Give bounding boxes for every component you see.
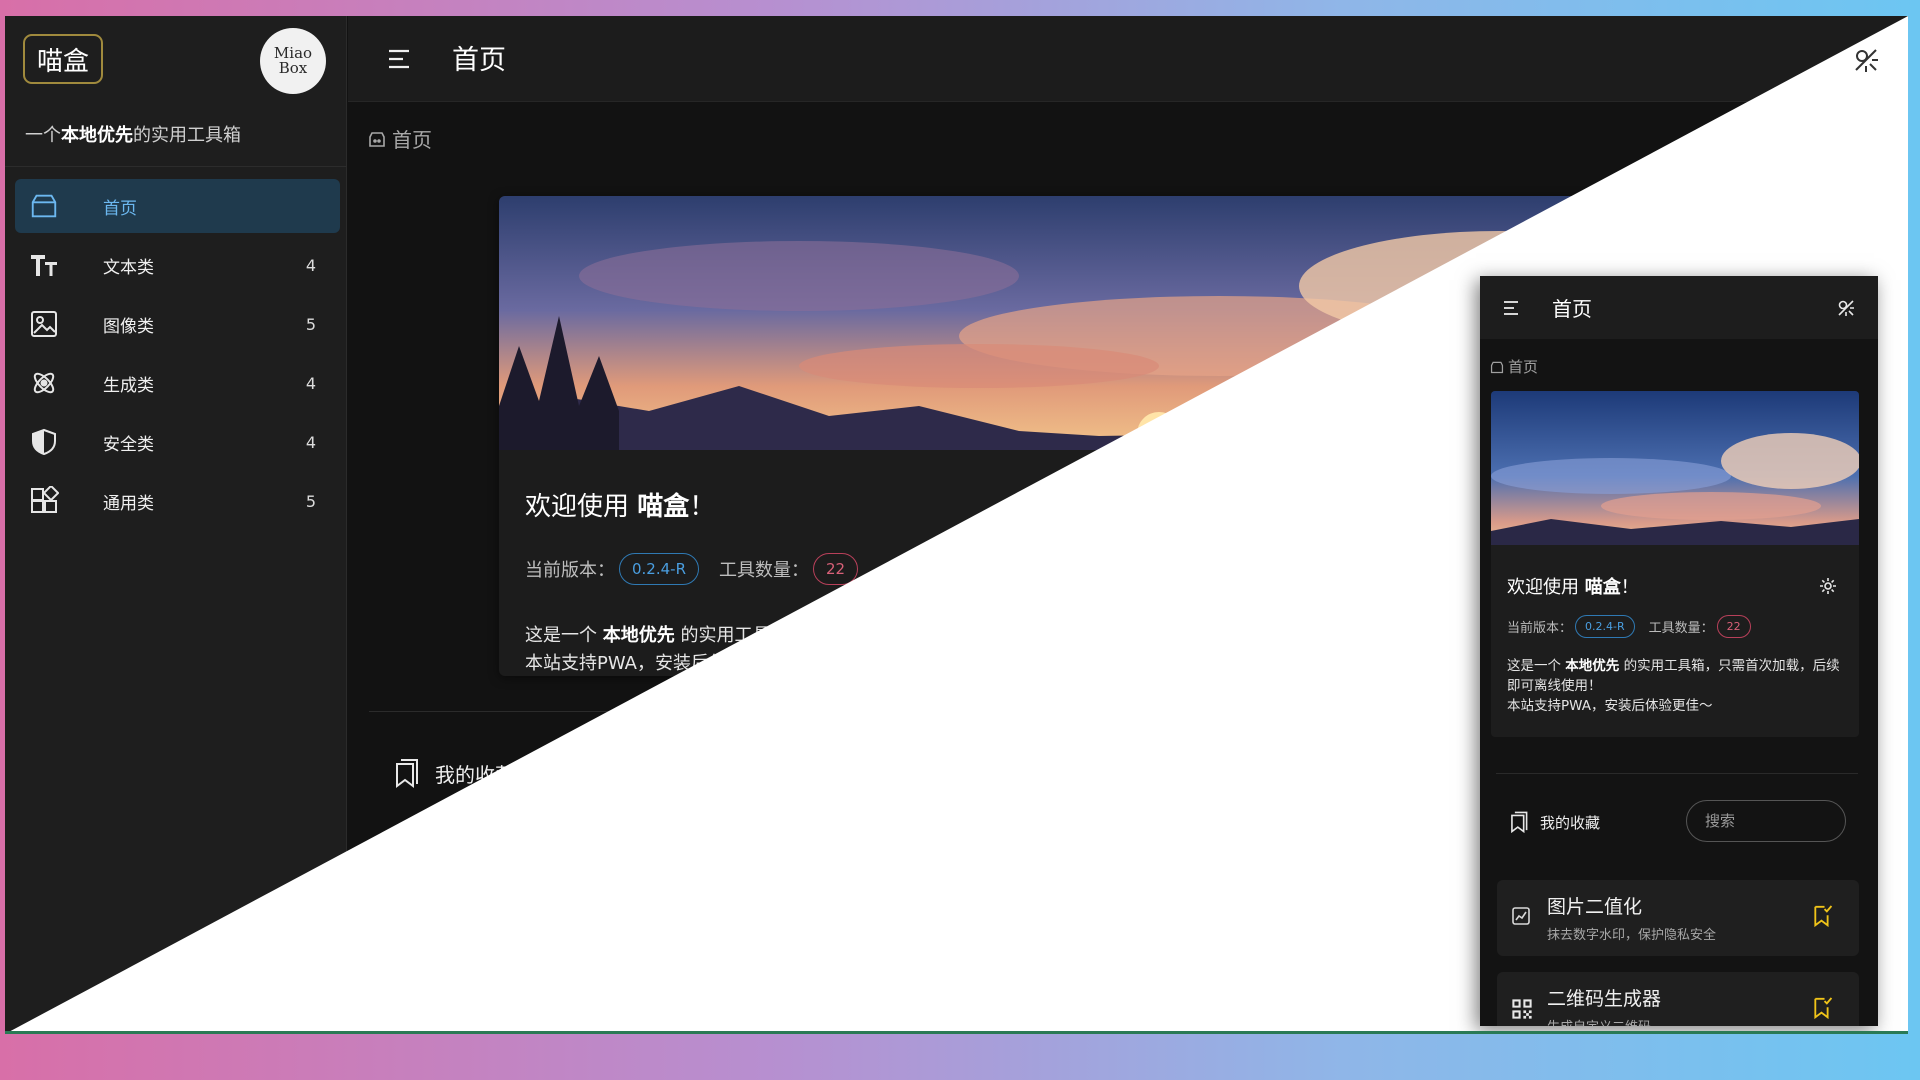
app-window: 喵盒 Miao Box 一个本地优先的实用工具箱 首页 文本类 4 图像类 5 … [5,16,1908,1034]
sidebar-item-label: 通用类 [103,493,154,514]
sidebar-item-count: 5 [305,314,316,334]
breadcrumb-home[interactable]: 首页 [1508,356,1538,377]
sidebar-item-label: 生成类 [103,375,154,396]
sidebar-item-security[interactable]: 安全类 4 [15,415,340,469]
home-crumb-icon [1490,361,1504,373]
sidebar-item-label: 安全类 [103,434,154,455]
sidebar-item-label: 文本类 [103,257,154,278]
sidebar-item-general[interactable]: 通用类 5 [15,474,340,528]
atom-icon [29,368,59,398]
tool-description: 抹去数字水印，保护隐私安全 [1547,928,1717,943]
theme-toggle-icon[interactable] [1852,46,1880,74]
version-label: 当前版本： [1507,621,1573,636]
brand-logo-text[interactable]: 喵盒 [23,34,103,84]
welcome-heading: 欢迎使用 喵盒！ [525,492,716,522]
tool-name: 二维码生成器 [1547,988,1662,1010]
mobile-version-row: 当前版本： 0.2.4-R 工具数量： 22 [1507,615,1765,638]
miaobox-logo[interactable]: Miao Box [260,28,326,94]
sidebar-item-label: 首页 [103,198,137,219]
breadcrumb: 首页 [368,124,432,153]
sidebar-item-image[interactable]: 图像类 5 [15,297,340,351]
bookmarks-icon [1511,811,1528,833]
tools-count-label: 工具数量： [719,560,810,581]
menu-icon[interactable] [1502,299,1520,317]
plug-icon [412,1000,446,1031]
tool-name: 电子木鱼 [1201,866,1306,896]
sidebar: 喵盒 Miao Box 一个本地优先的实用工具箱 首页 文本类 4 图像类 5 … [5,16,347,1031]
bookmark-icon[interactable] [1813,904,1833,928]
tool-card-qr-generator[interactable]: 二维码生成器 生成自定义二维码 [392,842,1116,946]
apps-icon [29,486,59,516]
sidebar-item-count: 4 [305,373,316,393]
mobile-top-bar: 首页 [1480,276,1878,339]
mobile-site-description: 这是一个 本地优先 的实用工具箱，只需首次加载，后续即可离线使用！ 本站支持PW… [1507,658,1840,714]
sidebar-item-generate[interactable]: 生成类 4 [15,356,340,410]
tool-description: 转换图片编码格式 [1201,1026,1345,1031]
mobile-preview: 首页 首页 欢迎使用 喵盒！ 当前版本： 0.2.4-R 工具数量： 22 这是… [1480,276,1878,1026]
breadcrumb-home[interactable]: 首页 [392,124,432,153]
home-box-icon [29,191,59,221]
logo-line-2: Box [278,59,308,77]
tools-count-badge: 22 [813,553,859,585]
version-label: 当前版本： [525,560,615,581]
version-badge: 0.2.4-R [619,553,700,585]
settings-icon[interactable] [1819,577,1837,595]
mobile-breadcrumb: 首页 [1490,356,1538,377]
tool-name: 图片编码转换 [1201,990,1358,1020]
sidebar-nav: 首页 文本类 4 图像类 5 生成类 4 安全类 4 通用类 5 [15,179,340,533]
bookmark-icon[interactable] [1054,878,1082,908]
mobile-welcome-heading: 欢迎使用 喵盒！ [1507,577,1639,598]
tool-description: 敲电子木鱼，积赛博功德 [1201,906,1399,927]
mobile-tool-card-qr-generator[interactable]: 二维码生成器 生成自定义二维码 [1497,972,1859,1026]
tool-name: 图片二值化 [1547,896,1643,918]
page-title: 首页 [452,45,506,76]
text-size-icon [29,250,59,280]
home-crumb-icon [369,131,385,147]
top-bar: 首页 [348,16,1908,102]
sidebar-item-count: 5 [305,491,316,511]
sidebar-item-count: 4 [305,255,316,275]
wooden-fish-icon [1157,876,1191,910]
shield-icon [29,427,59,457]
image-convert-icon [1157,1000,1191,1031]
tools-count-label: 工具数量： [1648,621,1714,636]
version-row: 当前版本： 0.2.4-R 工具数量： 22 [525,553,878,585]
starry-banner-image [1491,391,1859,545]
tool-name: WebSocket工具 [456,990,652,1020]
bookmarks-icon [396,759,418,788]
mobile-tool-card-binarize[interactable]: 图片二值化 抹去数字水印，保护隐私安全 [1497,880,1859,956]
menu-icon[interactable] [386,46,412,72]
tool-card-websocket[interactable]: WebSocket工具 测试WebSocket以及简易收发消息 [392,966,1116,1031]
image-icon [29,309,59,339]
theme-toggle-icon[interactable] [1836,298,1856,318]
mobile-welcome-card: 欢迎使用 喵盒！ 当前版本： 0.2.4-R 工具数量： 22 这是一个 本地优… [1491,391,1859,737]
qr-code-icon [1511,998,1533,1020]
site-description: 这是一个 本地优先 的实用工具箱，只需首次加载，后续即可离线使用！ 本站支持PW… [525,625,1095,674]
sidebar-item-count: 4 [305,432,316,452]
sidebar-item-home[interactable]: 首页 [15,179,340,233]
tool-description: 生成自定义二维码 [456,906,600,927]
site-url-link[interactable]: miaobox.cc [5,996,347,1017]
tagline: 一个本地优先的实用工具箱 [25,125,241,146]
sidebar-item-label: 图像类 [103,316,154,337]
sidebar-item-text[interactable]: 文本类 4 [15,238,340,292]
sidebar-divider [5,166,347,167]
tool-description: 生成自定义二维码 [1547,1016,1651,1026]
mobile-divider [1496,773,1858,774]
mobile-favorites-heading: 我的收藏 [1510,811,1600,833]
chart-box-icon [1511,906,1533,928]
mobile-page-title: 首页 [1552,297,1592,321]
tool-description: 测试WebSocket以及简易收发消息 [456,1026,736,1031]
favorites-heading: 我的收藏 [395,758,515,788]
version-badge: 0.2.4-R [1575,615,1635,638]
tools-count-badge: 22 [1716,615,1751,638]
bookmark-icon[interactable] [1813,996,1833,1020]
qr-code-icon [412,876,446,910]
bookmark-icon[interactable] [1054,1002,1082,1031]
tool-name: 二维码生成器 [456,866,613,896]
search-input[interactable] [1686,800,1846,842]
